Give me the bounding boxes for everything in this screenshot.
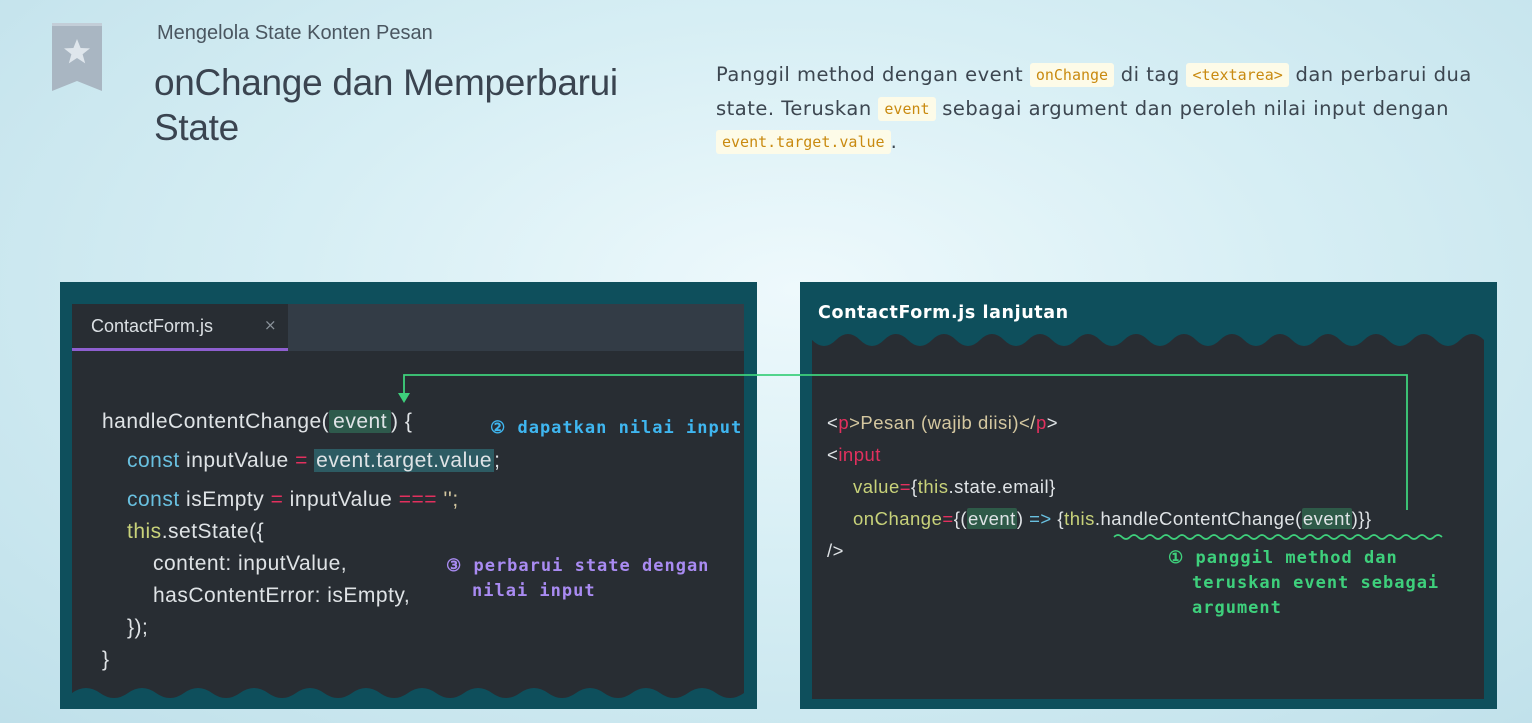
code-token: handleContentChange(	[102, 410, 330, 433]
code-line: hasContentError: isEmpty,	[153, 584, 411, 607]
code-keyword: const	[127, 449, 180, 472]
code-token: >	[1046, 412, 1059, 433]
event-arg-highlight: event	[1301, 508, 1352, 529]
code-line: this.setState({	[127, 520, 264, 544]
target-value-highlight: event.target.value	[314, 449, 495, 472]
code-chip-textarea: <textarea>	[1186, 63, 1289, 87]
code-token: <	[827, 412, 839, 433]
tab-contactform[interactable]: ContactForm.js ×	[72, 304, 288, 351]
code-token: ) {	[391, 410, 413, 433]
code-string: '';	[436, 488, 459, 511]
right-code-panel: ContactForm.js lanjutan <p>Pesan (wajib …	[800, 282, 1497, 709]
event-arg-highlight: event	[967, 508, 1017, 529]
code-arrow: =>	[1029, 508, 1052, 529]
panel-heading: ContactForm.js lanjutan	[818, 303, 1069, 323]
code-editor-continued: <p>Pesan (wajib diisi)</p> <input value=…	[812, 350, 1484, 699]
code-line: />	[827, 540, 844, 561]
close-icon[interactable]: ×	[264, 316, 277, 334]
annotation-update-state-line1: ③ perbarui state dengan	[446, 556, 710, 576]
code-line: value={this.state.email}	[853, 476, 1056, 498]
code-attribute: value	[853, 476, 900, 497]
code-this: this	[917, 476, 949, 497]
code-token: .setState({	[161, 520, 265, 543]
desc-text: .	[890, 130, 898, 153]
code-this: this	[1064, 508, 1095, 529]
lesson-description: Panggil method dengan event onChange di …	[716, 58, 1486, 159]
left-code-panel: ContactForm.js × handleContentChange(eve…	[60, 282, 757, 709]
code-token: {	[911, 476, 918, 497]
lesson-subtitle: Mengelola State Konten Pesan	[157, 22, 433, 44]
code-operator: =	[270, 488, 284, 511]
code-keyword: const	[127, 488, 180, 511]
code-token: <	[827, 444, 839, 465]
code-operator: =	[295, 449, 308, 472]
code-token: )}}	[1351, 508, 1372, 529]
code-line: onChange={(event) => {this.handleContent…	[853, 508, 1372, 530]
editor-tab-bar: ContactForm.js ×	[72, 304, 744, 351]
code-token: ;	[494, 449, 501, 472]
code-line: handleContentChange(event) {	[102, 410, 412, 434]
code-token: inputValue	[283, 488, 399, 511]
code-operator: =	[899, 476, 912, 497]
bookmark-star-icon[interactable]	[52, 23, 102, 91]
code-chip-event: event	[878, 96, 936, 121]
code-attribute: onChange	[853, 508, 943, 529]
code-token: {(	[953, 508, 968, 529]
code-token: inputValue	[179, 449, 296, 472]
code-token: .handleContentChange(	[1094, 508, 1302, 529]
code-this: this	[127, 520, 162, 543]
desc-text: sebagai argument dan peroleh nilai input…	[935, 96, 1450, 120]
code-editor: ContactForm.js × handleContentChange(eve…	[72, 304, 744, 699]
code-operator: =	[942, 508, 954, 529]
code-line: }	[102, 648, 110, 671]
event-param-highlight: event	[329, 410, 392, 433]
code-text: >Pesan (wajib diisi)</	[849, 412, 1036, 433]
annotation-update-state-line2: nilai input	[472, 581, 596, 601]
code-tag: p	[1035, 412, 1047, 433]
annotation-get-input-value: ② dapatkan nilai input	[490, 418, 743, 438]
annotation-call-method-line1: ① panggil method dan	[1168, 548, 1398, 568]
code-line: <input	[827, 444, 881, 466]
code-chip-onchange: onChange	[1029, 63, 1115, 87]
code-line: <p>Pesan (wajib diisi)</p>	[827, 412, 1058, 434]
code-token: .state.email}	[948, 476, 1056, 497]
desc-text: Panggil method dengan event	[716, 63, 1030, 86]
code-chip-event-target-value: event.target.value	[716, 130, 891, 154]
code-operator: ===	[398, 488, 437, 511]
code-line: const isEmpty = inputValue === '';	[127, 488, 459, 512]
annotation-call-method-line2: teruskan event sebagai	[1192, 573, 1440, 593]
code-token: {	[1051, 508, 1065, 529]
code-line: });	[127, 616, 149, 639]
code-token: isEmpty	[179, 488, 271, 511]
tab-label: ContactForm.js	[91, 316, 214, 336]
annotation-call-method-line3: argument	[1192, 598, 1282, 618]
page-title: onChange dan Memperbarui State	[154, 62, 618, 148]
code-line: const inputValue = event.target.value;	[127, 449, 500, 473]
desc-text: di tag	[1114, 63, 1187, 86]
code-token: )	[1016, 508, 1030, 529]
code-tag: p	[838, 412, 850, 433]
code-line: content: inputValue,	[153, 552, 348, 575]
code-tag: input	[838, 444, 881, 465]
